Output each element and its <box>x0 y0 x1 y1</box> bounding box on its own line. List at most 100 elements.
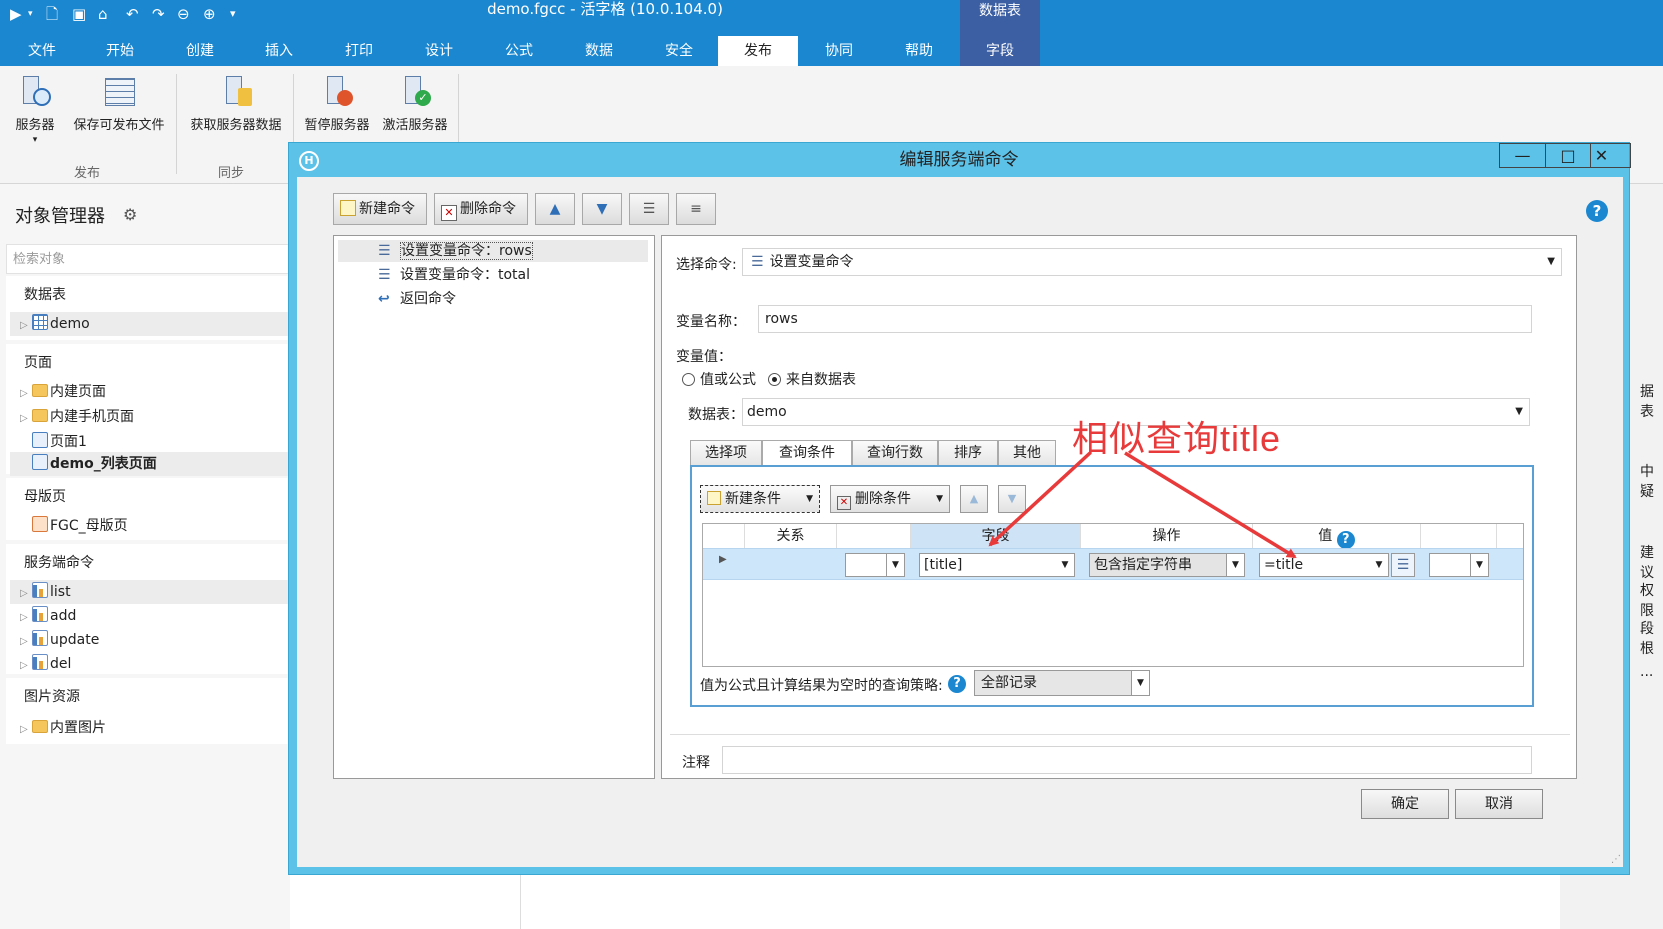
expand-icon[interactable]: ▷ <box>20 314 32 338</box>
tab-print[interactable]: 打印 <box>335 36 383 66</box>
close-button[interactable]: ✕ <box>1573 143 1631 168</box>
chevron-down-icon: ▼ <box>1056 554 1074 576</box>
remark-input[interactable] <box>722 746 1532 774</box>
section-title: 服务端命令 <box>24 555 94 571</box>
triangle-up-icon: ▲ <box>969 492 979 505</box>
tab-data[interactable]: 数据 <box>575 36 623 66</box>
tree-item-builtin-pages[interactable]: ▷ 内建页面 <box>20 380 106 404</box>
tree-item-demo-list-page[interactable]: demo_列表页面 <box>10 452 290 476</box>
tab-sort[interactable]: 排序 <box>938 440 998 466</box>
operation-dropdown[interactable]: 包含指定字符串 ▼ <box>1089 553 1245 577</box>
radio-from-table[interactable]: 来自数据表 <box>768 369 856 389</box>
expand-icon[interactable]: ▷ <box>20 654 32 678</box>
new-command-icon <box>340 200 356 216</box>
move-up-button[interactable]: ▲ <box>535 193 575 225</box>
new-command-button[interactable]: 新建命令 <box>333 193 427 225</box>
condition-down-button[interactable]: ▼ <box>998 485 1026 513</box>
fetch-server-data-button[interactable]: 获取服务器数据 <box>181 74 291 144</box>
minimize-button[interactable]: — <box>1499 143 1545 168</box>
condition-up-button[interactable]: ▲ <box>960 485 988 513</box>
tree-item-label: 内置图片 <box>50 720 106 736</box>
pause-server-button[interactable]: 暂停服务器 <box>298 74 376 144</box>
move-down-button[interactable]: ▼ <box>582 193 622 225</box>
expand-icon[interactable]: ▷ <box>20 606 32 630</box>
new-condition-button[interactable]: 新建条件 ▼ <box>700 485 820 513</box>
tree-item-list[interactable]: ▷ list <box>10 580 290 604</box>
tree-item-builtin-mobile-pages[interactable]: ▷ 内建手机页面 <box>20 405 134 429</box>
tree-item-demo-table[interactable]: ▷ demo <box>10 312 290 336</box>
tree-item-page1[interactable]: 页面1 <box>20 430 87 454</box>
right-strip-text: ... <box>1640 664 1654 680</box>
value-input[interactable]: =title ▼ <box>1259 553 1389 577</box>
tree-item-builtin-images[interactable]: ▷ 内置图片 <box>20 716 106 740</box>
expand-icon[interactable]: ▷ <box>20 382 32 406</box>
tab-field[interactable]: 字段 <box>976 36 1024 66</box>
help-icon[interactable]: ? <box>948 675 966 693</box>
chevron-down-icon: ▼ <box>1370 554 1388 576</box>
tab-collaborate[interactable]: 协同 <box>815 36 863 66</box>
indent-button[interactable]: ☰ <box>629 193 669 225</box>
right-strip-text: 权限 <box>1640 583 1654 619</box>
tree-item-del[interactable]: ▷ del <box>20 652 71 676</box>
tree-item-label: add <box>50 608 77 624</box>
gear-icon[interactable]: ⚙ <box>123 205 137 224</box>
cancel-button[interactable]: 取消 <box>1455 789 1543 819</box>
extra-dropdown[interactable]: ▼ <box>1429 553 1489 577</box>
expand-icon[interactable]: ▷ <box>20 718 32 742</box>
field-dropdown[interactable]: [title] ▼ <box>919 553 1075 577</box>
save-publishable-button[interactable]: 保存可发布文件 <box>63 74 175 144</box>
tree-item-fgc-master[interactable]: FGC_母版页 <box>20 514 128 538</box>
command-item-rows[interactable]: ☰ 设置变量命令：rows <box>378 240 533 262</box>
tree-item-label: 页面1 <box>50 434 87 450</box>
tab-design[interactable]: 设计 <box>415 36 463 66</box>
formula-icon: ☰ <box>1396 557 1410 573</box>
table-row[interactable]: ▶ ▼ [title] ▼ 包含指定字符串 ▼ =title ▼ ☰ ▼ <box>703 548 1523 580</box>
tab-file[interactable]: 文件 <box>18 36 66 66</box>
tab-help[interactable]: 帮助 <box>895 36 943 66</box>
outdent-button[interactable]: ≡ <box>676 193 716 225</box>
search-input[interactable]: 检索对象 <box>6 244 290 274</box>
tree-item-add[interactable]: ▷ add <box>20 604 76 628</box>
tree-item-label: 内建手机页面 <box>50 409 134 425</box>
set-variable-icon: ☰ <box>378 243 391 259</box>
relation-dropdown[interactable]: ▼ <box>845 553 905 577</box>
tab-insert[interactable]: 插入 <box>255 36 303 66</box>
delete-command-button[interactable]: ✕ 删除命令 <box>434 193 528 225</box>
command-item-return[interactable]: ↩ 返回命令 <box>378 288 456 310</box>
right-strip-text: 段根 <box>1640 621 1654 657</box>
delete-condition-button[interactable]: ✕ 删除条件 ▼ <box>830 485 950 513</box>
variable-name-input[interactable]: rows <box>758 305 1532 333</box>
expand-icon[interactable]: ▷ <box>20 630 32 654</box>
formula-editor-button[interactable]: ☰ <box>1391 553 1415 577</box>
tab-formula[interactable]: 公式 <box>495 36 543 66</box>
strategy-label: 值为公式且计算结果为空时的查询策略: <box>700 678 943 694</box>
server-button[interactable]: 服务器 ▾ <box>10 74 60 145</box>
select-command-dropdown[interactable]: ☰ 设置变量命令 ▼ <box>742 248 1562 276</box>
radio-formula[interactable]: 值或公式 <box>682 369 756 389</box>
grid-header-value: 值 ? <box>1253 524 1421 549</box>
select-command-value: 设置变量命令 <box>769 254 854 270</box>
tab-other[interactable]: 其他 <box>998 440 1056 466</box>
tree-item-label: demo <box>50 316 90 332</box>
activate-server-button[interactable]: ✓ 激活服务器 <box>376 74 454 144</box>
tab-home[interactable]: 开始 <box>96 36 144 66</box>
section-pages: 页面 ▷ 内建页面 ▷ 内建手机页面 页面1 demo_列表页面 <box>6 344 290 476</box>
tree-item-update[interactable]: ▷ update <box>20 628 99 652</box>
tab-select-items[interactable]: 选择项 <box>690 440 762 466</box>
expand-icon[interactable]: ▷ <box>20 407 32 431</box>
tab-query-conditions[interactable]: 查询条件 <box>762 440 852 467</box>
command-item-total[interactable]: ☰ 设置变量命令：total <box>378 264 530 286</box>
help-icon[interactable]: ? <box>1336 531 1355 549</box>
tab-create[interactable]: 创建 <box>176 36 224 66</box>
resize-grip-icon[interactable]: ⋰ <box>1611 854 1621 865</box>
tab-query-rows[interactable]: 查询行数 <box>852 440 938 466</box>
expand-icon[interactable]: ▷ <box>20 582 32 606</box>
strategy-dropdown[interactable]: 全部记录 ▼ <box>974 670 1150 696</box>
triangle-down-icon: ▼ <box>1007 492 1017 505</box>
ok-button[interactable]: 确定 <box>1361 789 1449 819</box>
help-icon[interactable]: ? <box>1586 200 1608 222</box>
fetch-server-data-label: 获取服务器数据 <box>190 118 282 133</box>
tab-security[interactable]: 安全 <box>655 36 703 66</box>
tab-publish[interactable]: 发布 <box>718 36 798 66</box>
pause-server-icon <box>319 74 355 110</box>
